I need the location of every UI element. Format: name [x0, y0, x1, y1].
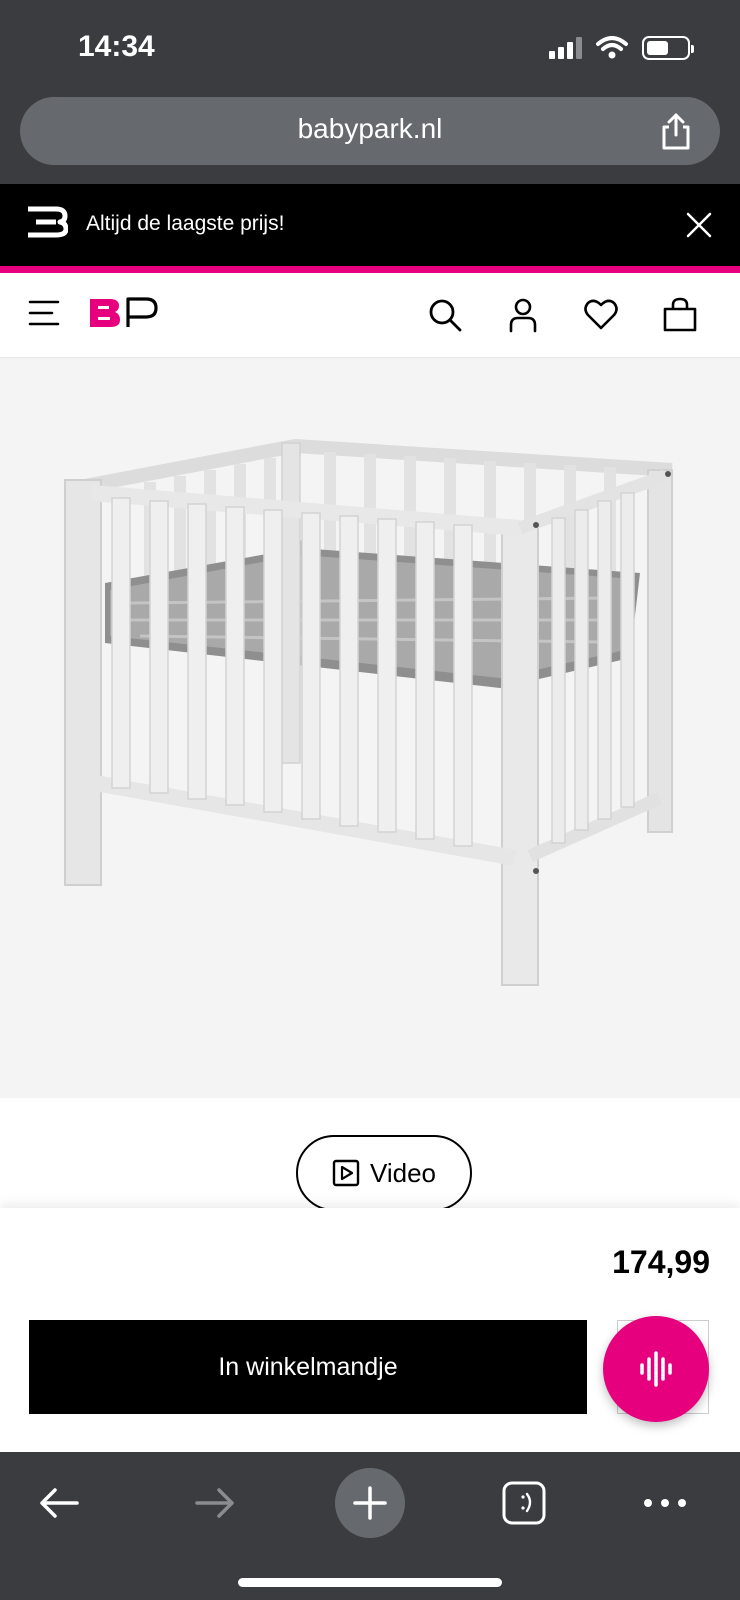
promo-banner: Altijd de laagste prijs! [0, 184, 740, 266]
browser-top-chrome: 14:34 babypark.nl [0, 0, 740, 184]
promo-divider [0, 266, 740, 273]
close-icon[interactable] [684, 210, 714, 240]
back-arrow-icon [40, 1488, 79, 1518]
voice-icon [640, 1351, 672, 1387]
url-bar[interactable]: babypark.nl [20, 97, 720, 165]
product-image[interactable] [0, 358, 740, 1098]
menu-icon[interactable] [28, 297, 60, 329]
more-button[interactable] [630, 1468, 700, 1538]
add-to-cart-button[interactable]: In winkelmandje [29, 1320, 587, 1414]
product-price: 174,99 [612, 1244, 710, 1280]
browser-bottom-toolbar [0, 1452, 740, 1600]
battery-icon [642, 36, 694, 60]
playpen-illustration [64, 439, 673, 986]
bp-logo[interactable] [88, 295, 160, 331]
bag-icon[interactable] [662, 297, 698, 333]
play-icon [332, 1159, 360, 1187]
wifi-icon [596, 36, 628, 59]
site-header [0, 273, 740, 358]
forward-button[interactable] [180, 1468, 250, 1538]
tabs-icon [502, 1481, 546, 1525]
search-icon[interactable] [427, 297, 463, 333]
url-text: babypark.nl [297, 113, 443, 144]
more-icon [644, 1499, 686, 1507]
promo-text: Altijd de laagste prijs! [86, 212, 285, 235]
status-time: 14:34 [78, 30, 155, 63]
status-icons [549, 36, 694, 60]
share-icon[interactable] [658, 111, 694, 151]
tabs-button[interactable] [489, 1468, 559, 1538]
voice-assistant-button[interactable] [603, 1316, 709, 1422]
babypark-b-logo-icon [28, 206, 68, 238]
buy-panel: 174,99 In winkelmandje [0, 1208, 740, 1452]
forward-arrow-icon [195, 1488, 234, 1518]
video-label: Video [369, 1157, 437, 1188]
home-indicator[interactable] [238, 1578, 502, 1587]
user-icon[interactable] [505, 297, 541, 333]
cellular-signal-icon [549, 37, 582, 59]
heart-icon[interactable] [583, 297, 619, 333]
back-button[interactable] [24, 1468, 94, 1538]
video-button[interactable]: Video [296, 1135, 472, 1211]
plus-icon [353, 1486, 387, 1520]
new-tab-button[interactable] [335, 1468, 405, 1538]
